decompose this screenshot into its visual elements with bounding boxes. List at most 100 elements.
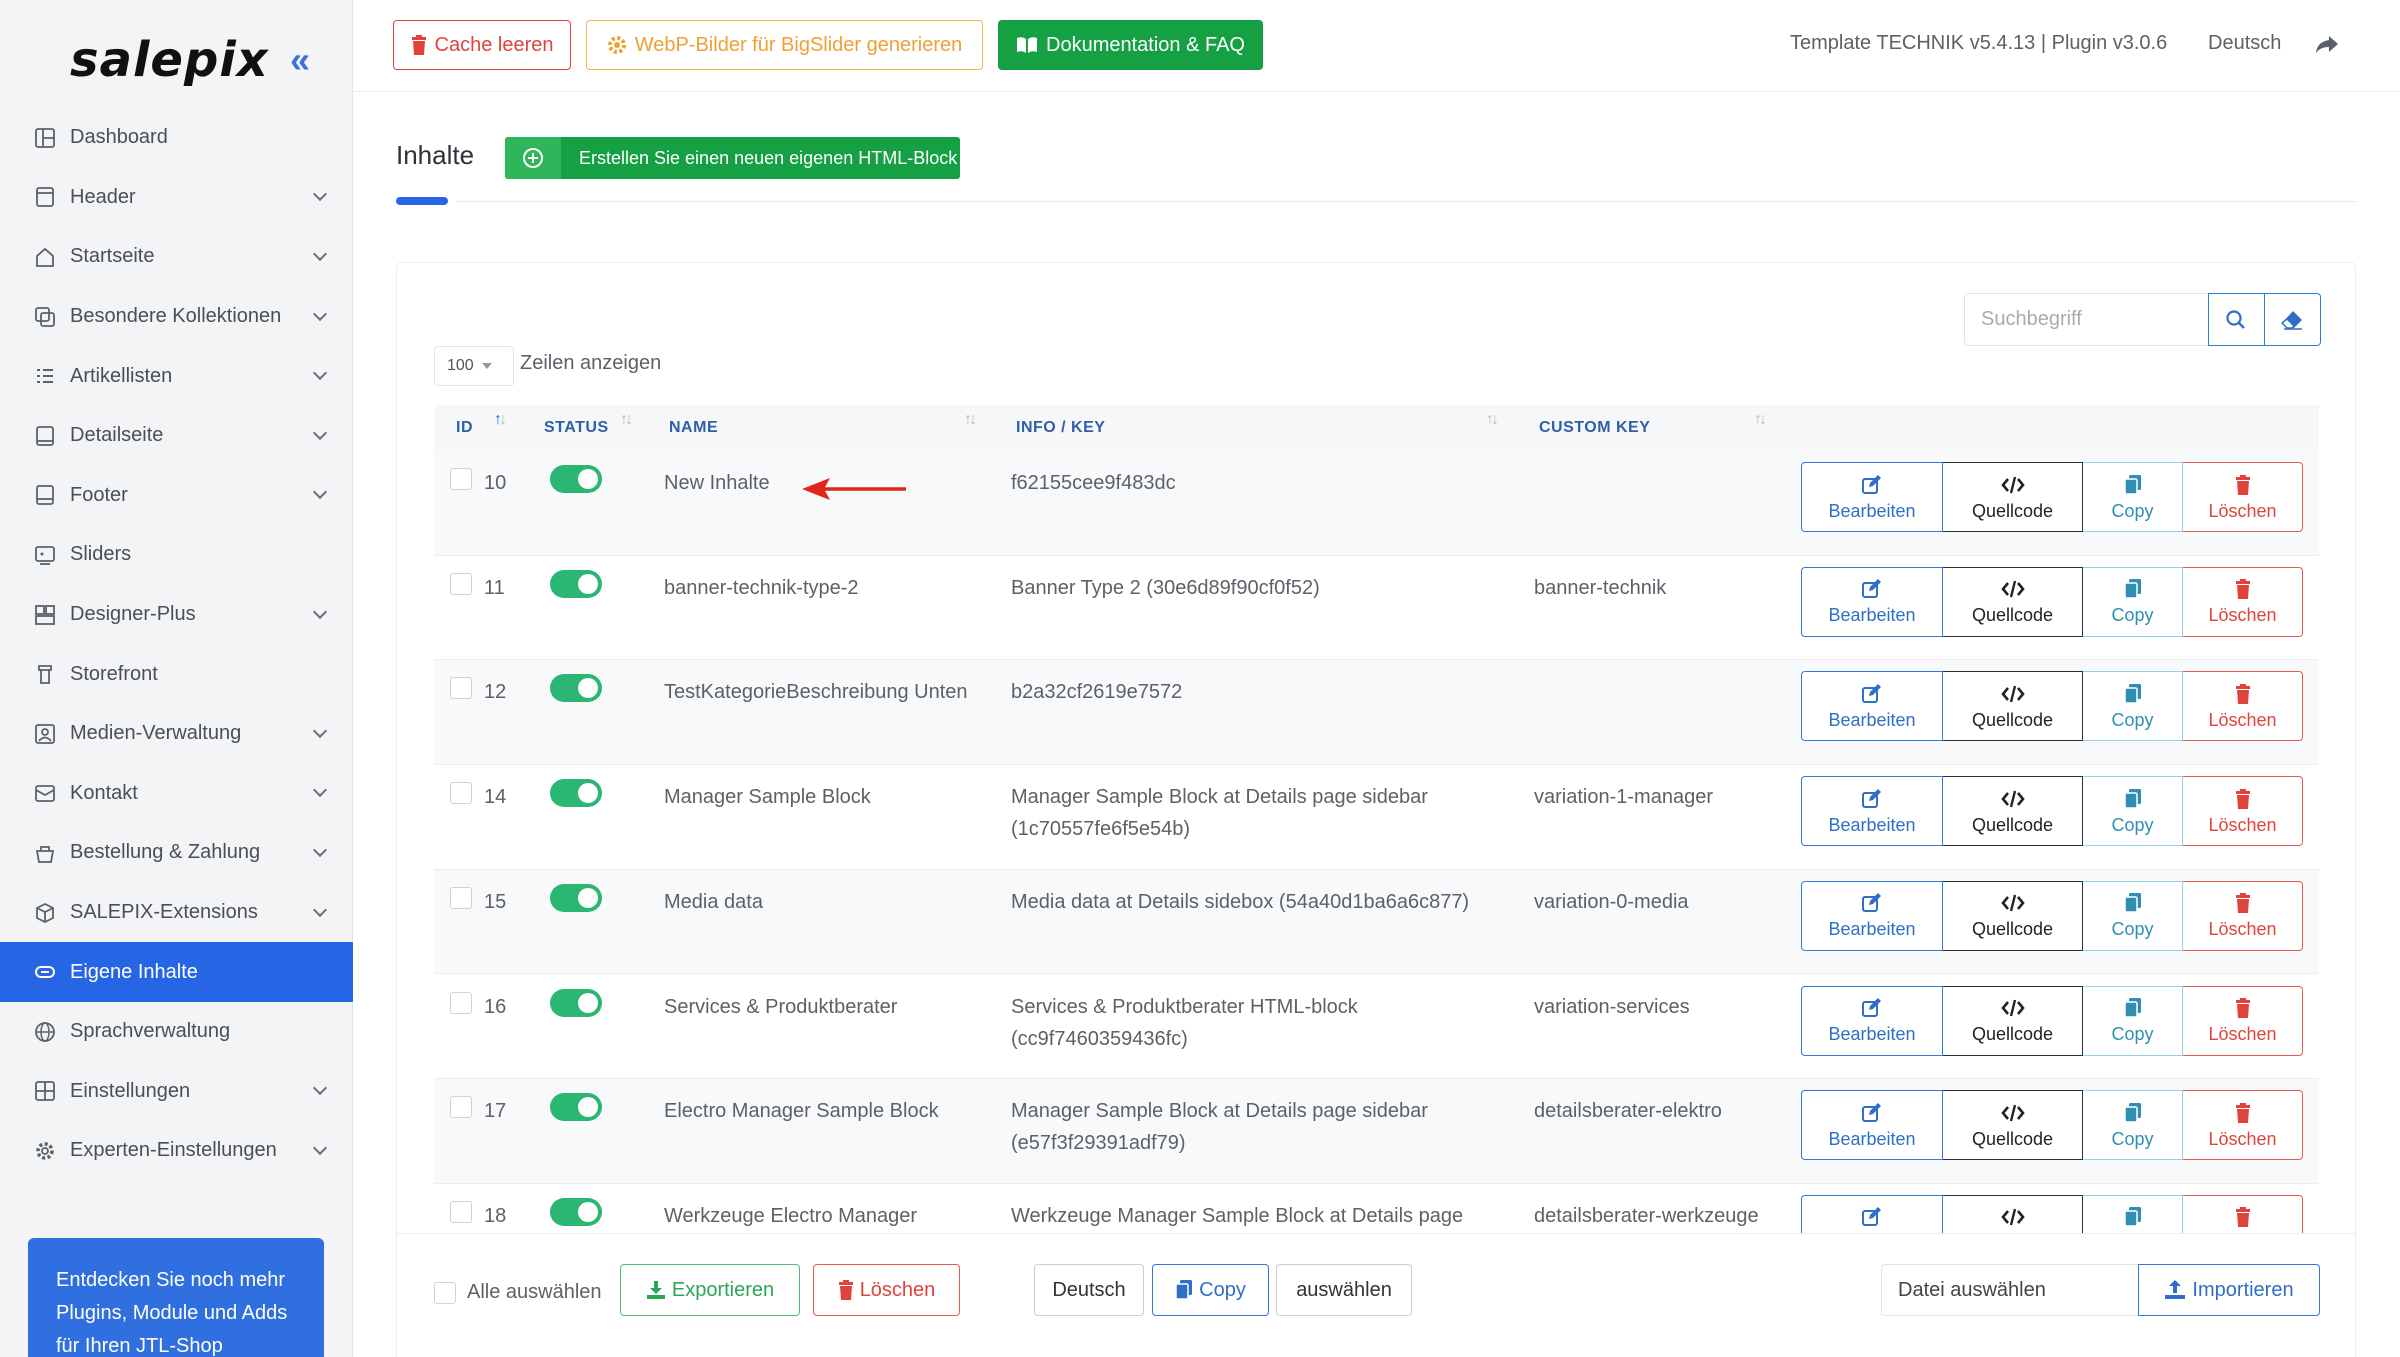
share-icon[interactable] — [2313, 30, 2341, 58]
sidebar-item-experten-einstellungen[interactable]: Experten-Einstellungen — [0, 1121, 353, 1181]
row-checkbox[interactable] — [450, 782, 472, 805]
status-toggle[interactable] — [550, 674, 602, 703]
status-toggle[interactable] — [550, 1093, 602, 1122]
copy-button[interactable]: Copy — [2083, 880, 2183, 951]
row-checkbox[interactable] — [450, 991, 472, 1014]
row-checkbox[interactable] — [450, 1096, 472, 1119]
delete-button[interactable]: Löschen — [2183, 1090, 2303, 1161]
column-header-name[interactable]: NAME — [669, 419, 718, 437]
sidebar-item-sprachverwaltung[interactable]: Sprachverwaltung — [0, 1002, 353, 1062]
source-code-button[interactable]: Quellcode — [1943, 985, 2083, 1056]
delete-button[interactable]: Löschen — [2183, 671, 2303, 742]
sidebar-item-designer-plus[interactable]: Designer-Plus — [0, 585, 353, 645]
bulk-delete-button[interactable]: Löschen — [813, 1264, 960, 1316]
source-code-button[interactable]: Quellcode — [1943, 776, 2083, 847]
chevron-down-icon[interactable] — [312, 842, 328, 857]
edit-button[interactable]: Bearbeiten — [1801, 776, 1943, 847]
chevron-down-icon[interactable] — [312, 246, 328, 262]
chevron-down-icon[interactable] — [312, 425, 328, 440]
delete-button[interactable]: Löschen — [2183, 566, 2303, 637]
chevron-down-icon[interactable] — [312, 1140, 328, 1155]
clear-search-button[interactable] — [2264, 293, 2321, 346]
column-header-custom-key[interactable]: CUSTOM KEY — [1539, 419, 1650, 437]
column-header-status[interactable]: STATUS — [544, 419, 609, 437]
sort-icon[interactable]: ↑↓ — [1486, 411, 1499, 429]
sidebar-item-medien-verwaltung[interactable]: Medien-Verwaltung — [0, 704, 353, 764]
source-code-button[interactable]: Quellcode — [1943, 1090, 2083, 1161]
sort-icon[interactable]: ↑↓ — [620, 411, 633, 429]
search-input[interactable] — [1964, 293, 2208, 346]
status-toggle[interactable] — [550, 569, 602, 598]
import-button[interactable]: Importieren — [2138, 1264, 2320, 1316]
sidebar-item-besondere-kollektionen[interactable]: Besondere Kollektionen — [0, 287, 353, 347]
status-toggle[interactable] — [550, 779, 602, 808]
bulk-copy-button[interactable]: Copy — [1152, 1264, 1269, 1316]
clear-cache-button[interactable]: Cache leeren — [393, 20, 571, 70]
chevron-down-icon[interactable] — [312, 187, 328, 202]
copy-button[interactable]: Copy — [2083, 462, 2183, 532]
select-button[interactable]: auswählen — [1276, 1264, 1412, 1316]
sidebar-item-kontakt[interactable]: Kontakt — [0, 764, 353, 824]
source-code-button[interactable]: Quellcode — [1943, 671, 2083, 742]
sidebar-item-startseite[interactable]: Startseite — [0, 227, 353, 287]
delete-button[interactable]: Löschen — [2183, 880, 2303, 951]
language-switch[interactable]: Deutsch — [2208, 32, 2281, 55]
sidebar-item-header[interactable]: Header — [0, 168, 353, 228]
edit-button[interactable]: Bearbeiten — [1801, 1194, 1943, 1233]
language-select[interactable]: Deutsch — [1034, 1264, 1144, 1316]
chevron-down-icon[interactable] — [312, 723, 328, 738]
status-toggle[interactable] — [550, 465, 602, 493]
sidebar-item-bestellung-zahlung[interactable]: Bestellung & Zahlung — [0, 823, 353, 883]
rows-per-page-select[interactable]: 100 — [434, 346, 514, 386]
row-checkbox[interactable] — [450, 468, 472, 490]
source-code-button[interactable]: Quellcode — [1943, 566, 2083, 637]
copy-button[interactable]: Copy — [2083, 671, 2183, 742]
sidebar-item-storefront[interactable]: Storefront — [0, 644, 353, 704]
sidebar-item-salepix-extensions[interactable]: SALEPIX-Extensions — [0, 883, 353, 943]
source-code-button[interactable]: Quellcode — [1943, 462, 2083, 532]
row-checkbox[interactable] — [450, 1200, 472, 1223]
edit-button[interactable]: Bearbeiten — [1801, 566, 1943, 637]
row-checkbox[interactable] — [450, 677, 472, 700]
status-toggle[interactable] — [550, 883, 602, 912]
status-toggle[interactable] — [550, 988, 602, 1017]
chevron-down-icon[interactable] — [312, 366, 328, 381]
export-button[interactable]: Exportieren — [620, 1264, 800, 1316]
sort-icon[interactable]: ↑↓ — [494, 411, 507, 429]
generate-webp-button[interactable]: WebP-Bilder für BigSlider generieren — [586, 20, 983, 70]
sidebar-item-detailseite[interactable]: Detailseite — [0, 406, 353, 466]
row-checkbox[interactable] — [450, 572, 472, 595]
sidebar-item-sliders[interactable]: Sliders — [0, 525, 353, 585]
delete-button[interactable]: Löschen — [2183, 985, 2303, 1056]
chevron-down-icon[interactable] — [312, 306, 328, 321]
file-input[interactable]: Datei auswählen — [1881, 1264, 2139, 1316]
chevron-down-icon[interactable] — [312, 604, 328, 619]
source-code-button[interactable]: Quellcode — [1943, 1194, 2083, 1233]
sidebar-item-dashboard[interactable]: Dashboard — [0, 108, 353, 168]
delete-button[interactable]: Löschen — [2183, 1194, 2303, 1233]
promo-banner[interactable]: Entdecken Sie noch mehr Plugins, Module … — [28, 1238, 324, 1357]
edit-button[interactable]: Bearbeiten — [1801, 985, 1943, 1056]
edit-button[interactable]: Bearbeiten — [1801, 880, 1943, 951]
source-code-button[interactable]: Quellcode — [1943, 880, 2083, 951]
column-header-info[interactable]: INFO / KEY — [1016, 419, 1105, 437]
copy-button[interactable]: Copy — [2083, 985, 2183, 1056]
collapse-sidebar-icon[interactable]: « — [290, 42, 326, 78]
edit-button[interactable]: Bearbeiten — [1801, 671, 1943, 742]
status-toggle[interactable] — [550, 1197, 602, 1226]
delete-button[interactable]: Löschen — [2183, 462, 2303, 532]
column-header-id[interactable]: ID — [456, 419, 473, 437]
documentation-button[interactable]: Dokumentation & FAQ — [998, 20, 1263, 70]
chevron-down-icon[interactable] — [312, 783, 328, 798]
sidebar-item-einstellungen[interactable]: Einstellungen — [0, 1062, 353, 1122]
search-button[interactable] — [2208, 293, 2265, 346]
sort-icon[interactable]: ↑↓ — [1754, 411, 1767, 429]
chevron-down-icon[interactable] — [312, 1081, 328, 1096]
sidebar-item-eigene-inhalte[interactable]: Eigene Inhalte — [0, 942, 353, 1002]
copy-button[interactable]: Copy — [2083, 566, 2183, 637]
edit-button[interactable]: Bearbeiten — [1801, 1090, 1943, 1161]
copy-button[interactable]: Copy — [2083, 776, 2183, 847]
create-html-block-button[interactable]: Erstellen Sie einen neuen eigenen HTML-B… — [505, 137, 960, 179]
row-checkbox[interactable] — [450, 886, 472, 909]
sidebar-item-artikellisten[interactable]: Artikellisten — [0, 346, 353, 406]
